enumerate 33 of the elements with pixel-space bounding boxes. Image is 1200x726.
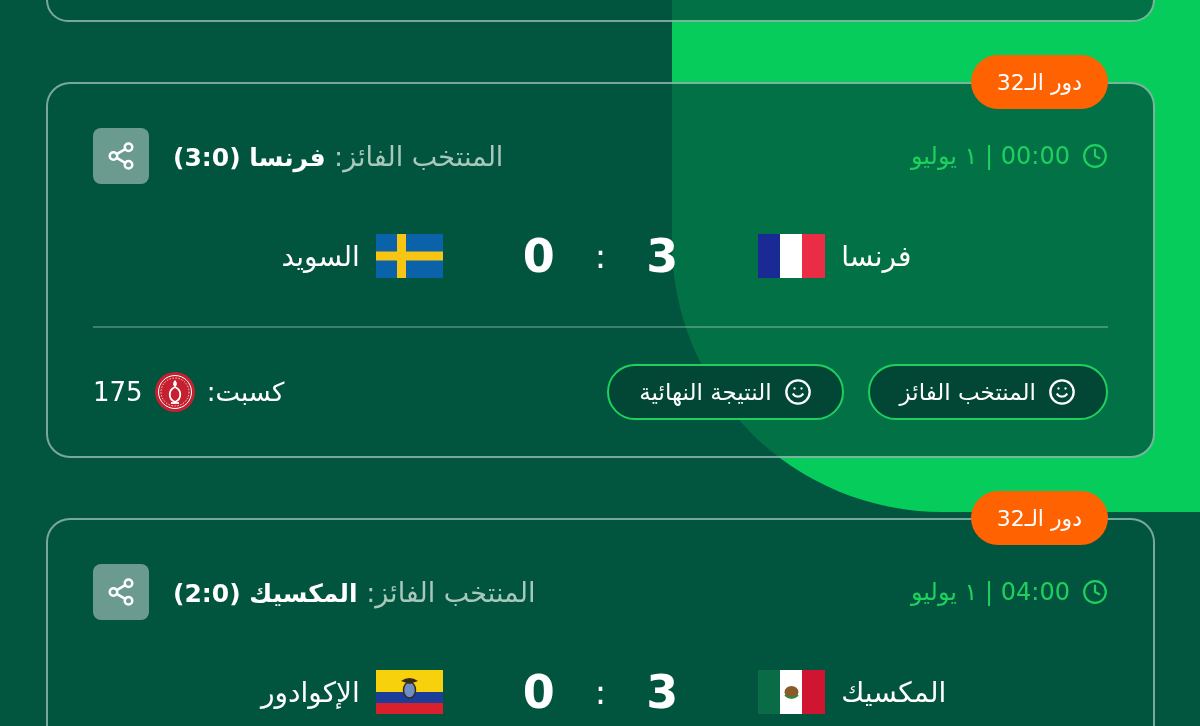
coin-icon xyxy=(154,372,195,412)
team-score: 3 xyxy=(646,669,679,715)
round-badge: دور الـ32 xyxy=(970,55,1108,109)
team-name: السويد xyxy=(281,239,360,273)
match-time: 04:00 | ١ يوليو xyxy=(910,578,1070,606)
earned-label: كسبت: xyxy=(206,377,285,407)
clock-icon xyxy=(1082,143,1108,169)
share-icon xyxy=(106,577,136,607)
team-score: 3 xyxy=(646,233,679,279)
team-name: الإكوادور xyxy=(260,675,360,709)
share-icon xyxy=(106,141,136,171)
smiley-icon xyxy=(783,378,812,406)
team-name: فرنسا xyxy=(841,239,912,273)
flag-icon xyxy=(375,234,443,278)
score-separator: : xyxy=(594,675,607,709)
flag-icon xyxy=(758,234,826,278)
flag-icon xyxy=(375,670,443,714)
score-separator: : xyxy=(594,239,607,273)
earned-points: 175 xyxy=(93,377,143,407)
match-time: 00:00 | ١ يوليو xyxy=(910,142,1070,170)
clock-icon xyxy=(1082,579,1108,605)
pick-button[interactable]: النتيجة النهائية xyxy=(607,364,844,420)
team-score: 0 xyxy=(522,669,555,715)
flag-icon xyxy=(758,670,826,714)
share-button[interactable] xyxy=(93,128,149,184)
winner-text: المنتخب الفائز: فرنسا (3:0) xyxy=(173,140,504,172)
round-badge: دور الـ32 xyxy=(970,491,1108,545)
pick-button[interactable]: المنتخب الفائز xyxy=(867,364,1108,420)
smiley-icon xyxy=(1048,378,1076,406)
share-button[interactable] xyxy=(93,564,149,620)
team-name: المكسيك xyxy=(841,675,947,709)
team-score: 0 xyxy=(522,233,555,279)
winner-text: المنتخب الفائز: المكسيك (2:0) xyxy=(173,576,536,608)
